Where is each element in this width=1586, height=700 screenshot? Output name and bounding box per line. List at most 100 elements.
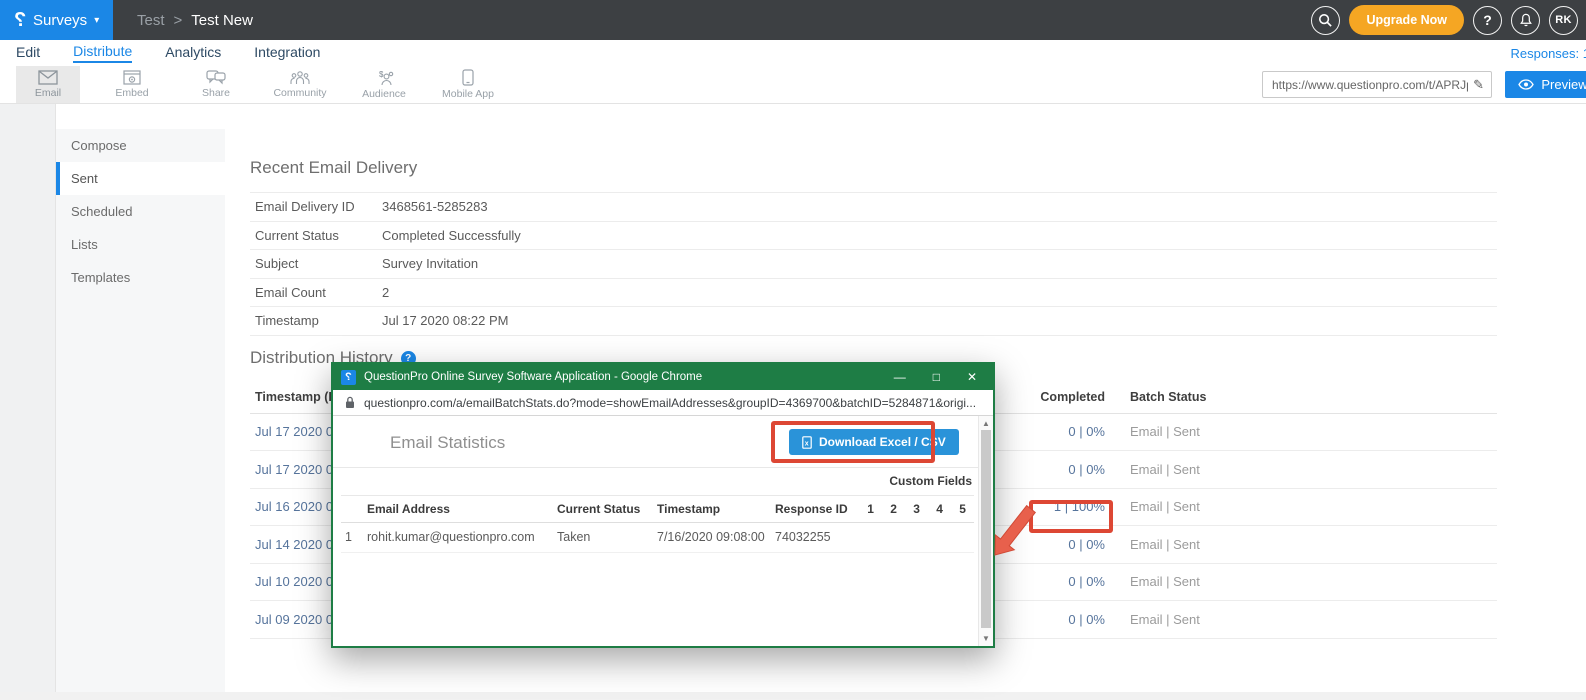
page-bottom-strip	[0, 692, 1586, 700]
scroll-down-icon[interactable]: ▼	[979, 634, 993, 643]
search-button[interactable]	[1311, 6, 1340, 35]
popup-titlebar[interactable]: ? QuestionPro Online Survey Software App…	[333, 364, 993, 390]
column-email-address: Email Address	[363, 495, 553, 522]
completed-link[interactable]: 0 | 0%	[1068, 462, 1105, 477]
popup-address-bar[interactable]: questionpro.com/a/emailBatchStats.do?mod…	[333, 390, 993, 416]
table-row: Timestamp Jul 17 2020 08:22 PM	[250, 307, 1497, 336]
tab-distribute[interactable]: Distribute	[73, 43, 132, 63]
notifications-button[interactable]	[1511, 6, 1540, 35]
breadcrumb-parent[interactable]: Test	[137, 12, 165, 29]
detail-value: 2	[377, 278, 1497, 307]
topbar-actions: Upgrade Now ? RK	[1311, 5, 1586, 35]
custom-fields-row: Custom Fields	[341, 468, 974, 495]
popup-url-text: questionpro.com/a/emailBatchStats.do?mod…	[364, 396, 976, 410]
email-statistics-table: Custom Fields Email Address Current Stat…	[341, 468, 974, 553]
svg-text:$: $	[379, 70, 384, 79]
row-timestamp: 7/16/2020 09:08:00	[653, 522, 771, 552]
toolbar-item-community[interactable]: Community	[268, 66, 332, 103]
question-mark-icon: ?	[1483, 12, 1492, 28]
recent-email-delivery-table: Email Delivery ID 3468561-5285283 Curren…	[250, 192, 1497, 336]
responses-count-link[interactable]: Responses: 1	[1511, 46, 1586, 61]
sidebar-item-sent[interactable]: Sent	[56, 162, 225, 195]
maximize-icon[interactable]: □	[933, 370, 940, 384]
row-index: 1	[341, 522, 363, 552]
toolbar-item-email[interactable]: Email	[16, 66, 80, 103]
preview-button[interactable]: Preview	[1505, 71, 1586, 98]
email-statistics-popup-window: ? QuestionPro Online Survey Software App…	[331, 362, 995, 648]
bell-icon	[1519, 13, 1533, 28]
toolbar-item-share[interactable]: Share	[184, 66, 248, 103]
embed-icon	[123, 70, 141, 85]
detail-label: Email Count	[250, 278, 377, 307]
table-row: Email Count 2	[250, 278, 1497, 307]
sidebar-item-compose[interactable]: Compose	[56, 129, 225, 162]
survey-url-field[interactable]: ✎	[1262, 71, 1492, 98]
popup-heading-row: Email Statistics x Download Excel / CSV	[333, 416, 978, 468]
batch-status: Email | Sent	[1130, 537, 1200, 552]
close-icon[interactable]: ✕	[967, 370, 977, 384]
svg-text:x: x	[805, 440, 809, 447]
sidebar-item-lists[interactable]: Lists	[56, 228, 225, 261]
questionpro-logo-icon: ?	[14, 9, 26, 32]
detail-value: 3468561-5285283	[377, 193, 1497, 222]
chevron-down-icon: ▾	[94, 15, 99, 26]
column-index	[341, 495, 363, 522]
edit-url-pencil-icon[interactable]: ✎	[1473, 77, 1484, 93]
completed-link[interactable]: 0 | 0%	[1068, 424, 1105, 439]
row-response-id: 74032255	[771, 522, 859, 552]
batch-status: Email | Sent	[1130, 424, 1200, 439]
batch-status: Email | Sent	[1130, 574, 1200, 589]
toolbar-item-label: Embed	[115, 87, 148, 99]
toolbar-item-label: Email	[35, 87, 61, 99]
column-batch-status: Batch Status	[1105, 382, 1497, 413]
completed-link[interactable]: 0 | 0%	[1068, 574, 1105, 589]
breadcrumb-separator: >	[174, 12, 183, 29]
survey-nav-tabs: Edit Distribute Analytics Integration Re…	[0, 40, 1586, 66]
column-custom-2: 2	[882, 495, 905, 522]
completed-link[interactable]: 0 | 0%	[1068, 612, 1105, 627]
column-response-id: Response ID	[771, 495, 859, 522]
sidebar-item-scheduled[interactable]: Scheduled	[56, 195, 225, 228]
column-custom-1: 1	[859, 495, 882, 522]
scroll-up-icon[interactable]: ▲	[979, 419, 993, 428]
toolbar-item-label: Share	[202, 87, 230, 99]
detail-value: Jul 17 2020 08:22 PM	[377, 307, 1497, 336]
table-row: Email Delivery ID 3468561-5285283	[250, 193, 1497, 222]
tab-integration[interactable]: Integration	[254, 44, 320, 62]
detail-label: Timestamp	[250, 307, 377, 336]
minimize-icon[interactable]: —	[894, 370, 906, 384]
scrollbar-thumb[interactable]	[981, 430, 991, 628]
user-avatar[interactable]: RK	[1549, 6, 1578, 35]
batch-status: Email | Sent	[1130, 499, 1200, 514]
help-button[interactable]: ?	[1473, 6, 1502, 35]
questionpro-favicon: ?	[341, 370, 356, 385]
upgrade-now-button[interactable]: Upgrade Now	[1349, 5, 1464, 35]
toolbar-item-audience[interactable]: $ Audience	[352, 66, 416, 103]
completed-link[interactable]: 0 | 0%	[1068, 537, 1105, 552]
community-icon	[290, 70, 310, 85]
email-icon	[38, 70, 58, 85]
product-menu-label: Surveys	[33, 12, 87, 29]
search-icon	[1318, 13, 1333, 28]
eye-icon	[1518, 79, 1534, 90]
detail-label: Email Delivery ID	[250, 193, 377, 222]
tab-analytics[interactable]: Analytics	[165, 44, 221, 62]
custom-fields-label: Custom Fields	[859, 468, 974, 495]
share-icon	[206, 70, 226, 85]
toolbar-item-embed[interactable]: Embed	[100, 66, 164, 103]
download-excel-csv-button[interactable]: x Download Excel / CSV	[789, 429, 959, 455]
custom-fields-spacer	[341, 468, 859, 495]
popup-scrollbar[interactable]: ▲ ▼	[978, 416, 993, 646]
detail-value: Completed Successfully	[377, 221, 1497, 250]
surveys-menu[interactable]: ? Surveys ▾	[0, 0, 113, 40]
email-statistics-title: Email Statistics	[390, 433, 505, 453]
toolbar-item-mobile-app[interactable]: Mobile App	[436, 66, 500, 103]
detail-value: Survey Invitation	[377, 250, 1497, 279]
completed-link-highlighted[interactable]: 1 | 100%	[1054, 499, 1105, 514]
table-row: Subject Survey Invitation	[250, 250, 1497, 279]
download-label: Download Excel / CSV	[819, 435, 946, 449]
window-controls: — □ ✕	[894, 370, 981, 384]
survey-url-input[interactable]	[1272, 78, 1468, 92]
sidebar-item-templates[interactable]: Templates	[56, 261, 225, 294]
tab-edit[interactable]: Edit	[16, 44, 40, 62]
